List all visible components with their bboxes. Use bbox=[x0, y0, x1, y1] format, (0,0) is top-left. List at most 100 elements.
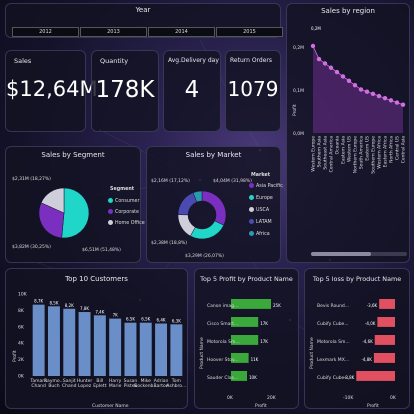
region-xtick: Central America bbox=[329, 136, 335, 173]
market-donut-chart: $2,16M (17,12%) $4,04M (31,98%) $2,38M (… bbox=[151, 178, 252, 259]
segment-legend-home-office[interactable]: Home Office bbox=[108, 220, 145, 226]
segment-legend-corporate[interactable]: Corporate bbox=[108, 209, 139, 215]
region-ylabel: Profit bbox=[292, 104, 298, 116]
kpi-label: Return Orders bbox=[230, 57, 272, 64]
kpi-card-quantity: Quantity 178K bbox=[91, 50, 159, 132]
region-ytick: 0,0M bbox=[293, 131, 304, 137]
kpi-card-returns: Return Orders 1079 bbox=[225, 50, 281, 132]
market-legend-africa[interactable]: Africa bbox=[249, 231, 270, 237]
region-xtick: Central US bbox=[395, 136, 401, 160]
market-slice-label-latam: $2,38M (18,8%) bbox=[151, 240, 187, 246]
market-legend-latam[interactable]: LATAM bbox=[249, 219, 272, 225]
region-scrollbar[interactable] bbox=[311, 252, 407, 256]
legend-dot bbox=[249, 207, 254, 212]
customers-ytick: 10K bbox=[18, 292, 28, 298]
product-name-tick: Bevis Round... bbox=[317, 303, 349, 309]
kpi-card-delivery: Avg.Delivery day 4 bbox=[163, 50, 221, 132]
region-chart-title: Sales by region bbox=[321, 7, 375, 15]
legend-dot bbox=[249, 219, 254, 224]
product-name-tick: Canon imag... bbox=[207, 303, 238, 309]
kpi-label: Avg.Delivery day bbox=[168, 57, 219, 64]
customer-xtick: Harry Marie bbox=[109, 378, 122, 389]
loss-bar-chart: Product Name Profit -10K 0K -3,6K Bevis R… bbox=[309, 299, 397, 409]
segment-legend-consumer[interactable]: Consumer bbox=[108, 198, 139, 204]
market-legend-title: Market bbox=[251, 173, 270, 178]
region-scroll-thumb[interactable] bbox=[311, 252, 371, 256]
region-xtick: Northern Europe bbox=[353, 136, 359, 173]
product-bar bbox=[373, 353, 395, 363]
legend-dot bbox=[249, 231, 254, 236]
segment-slice-label-corporate: $3,82M (30,25%) bbox=[12, 244, 51, 250]
pie-slice-consumer bbox=[61, 187, 90, 239]
year-button-2015[interactable]: 2015 bbox=[216, 27, 283, 37]
region-point bbox=[364, 89, 370, 94]
legend-dot bbox=[249, 183, 254, 188]
region-xtick: Western Europe bbox=[311, 136, 317, 172]
top10-customers-card: Top 10 Customers Profit Customer Name 10… bbox=[5, 268, 188, 409]
customers-ytick: 4K bbox=[18, 341, 25, 347]
product-bar bbox=[379, 299, 395, 309]
customer-bar-label: 8,2K bbox=[65, 303, 74, 308]
customers-ytick: 0K bbox=[18, 374, 25, 380]
region-point bbox=[394, 100, 400, 105]
customers-ytick: 6K bbox=[18, 324, 25, 330]
customer-bar bbox=[47, 306, 60, 376]
year-button-2013[interactable]: 2013 bbox=[80, 27, 147, 37]
market-legend-asia-pacific[interactable]: Asia Pacific bbox=[249, 183, 283, 189]
legend-label: Corporate bbox=[115, 210, 139, 215]
sales-by-segment-card: Sales by Segment $2,31M (18,27%) $6,51M … bbox=[5, 146, 145, 263]
market-legend-europe[interactable]: Europe bbox=[249, 195, 273, 201]
profit-xtick: 20K bbox=[267, 395, 277, 401]
profit-xtick: 0K bbox=[227, 395, 234, 401]
legend-dot bbox=[108, 220, 113, 225]
customer-bar bbox=[155, 323, 168, 376]
product-name-tick: Cubify Cube... bbox=[317, 321, 349, 327]
product-bar bbox=[377, 317, 395, 327]
year-slicer-title: Year bbox=[135, 6, 151, 14]
region-xtick: Central Asia bbox=[401, 136, 407, 163]
market-legend-usca[interactable]: USCA bbox=[249, 207, 269, 213]
segment-slice-label-home-office: $2,31M (18,27%) bbox=[12, 176, 51, 182]
region-xtick: Western US bbox=[347, 136, 353, 162]
legend-dot bbox=[108, 209, 113, 214]
profit-bar-chart: Product Name Profit 0K 20K 25K Canon imag… bbox=[199, 299, 281, 409]
loss-xtick: 0K bbox=[390, 395, 397, 401]
customer-bar bbox=[93, 315, 106, 376]
top5-profit-card: Top 5 Profit by Product Name Product Nam… bbox=[194, 268, 299, 409]
loss-xlabel: Profit bbox=[367, 403, 379, 409]
customer-xtick: Bill Eplett bbox=[93, 378, 106, 389]
segment-pie-chart: $2,31M (18,27%) $6,51M (51,48%) $3,82M (… bbox=[12, 176, 121, 253]
sales-by-market-card: Sales by Market $2,16M (17,12%) $4,04M (… bbox=[146, 146, 283, 263]
customers-ytick: 2K bbox=[18, 357, 25, 363]
product-name-tick: Cubify Cube... bbox=[317, 375, 349, 381]
customer-bar-label: 7,8K bbox=[80, 306, 89, 311]
loss-xtick: -10K bbox=[343, 395, 354, 401]
customer-xtick: Raymo... Buch bbox=[44, 378, 64, 389]
region-xtick: North Africa bbox=[389, 136, 395, 163]
product-bar-label: -4,8K bbox=[361, 357, 372, 362]
legend-label: LATAM bbox=[256, 220, 272, 225]
pie-slice-europe bbox=[190, 220, 225, 240]
region-ytick: 0,1M bbox=[293, 88, 304, 94]
pie-slice-asia-pacific bbox=[201, 190, 227, 226]
region-point bbox=[340, 74, 346, 79]
segment-legend-title: Segment bbox=[110, 187, 135, 192]
region-point bbox=[352, 82, 358, 88]
region-point bbox=[388, 98, 394, 103]
customer-bar-label: 7K bbox=[113, 313, 119, 318]
region-xtick: Eastern Africa bbox=[383, 136, 389, 168]
region-xtick: South America bbox=[359, 136, 365, 169]
legend-dot bbox=[249, 195, 254, 200]
product-name-tick: Motorola Sm... bbox=[317, 339, 350, 345]
region-area bbox=[313, 46, 403, 133]
customer-bar bbox=[63, 308, 76, 376]
product-bar-label: 10K bbox=[249, 375, 257, 380]
legend-dot bbox=[108, 198, 113, 203]
product-name-tick: Lexmark MX... bbox=[317, 357, 349, 363]
year-button-2012[interactable]: 2012 bbox=[12, 27, 79, 37]
legend-label: Africa bbox=[256, 232, 270, 237]
region-xtick: Southern Asia bbox=[317, 136, 323, 168]
product-bar bbox=[374, 335, 395, 345]
year-button-2014[interactable]: 2014 bbox=[148, 27, 215, 37]
customer-bar-label: 7,4K bbox=[95, 309, 104, 314]
